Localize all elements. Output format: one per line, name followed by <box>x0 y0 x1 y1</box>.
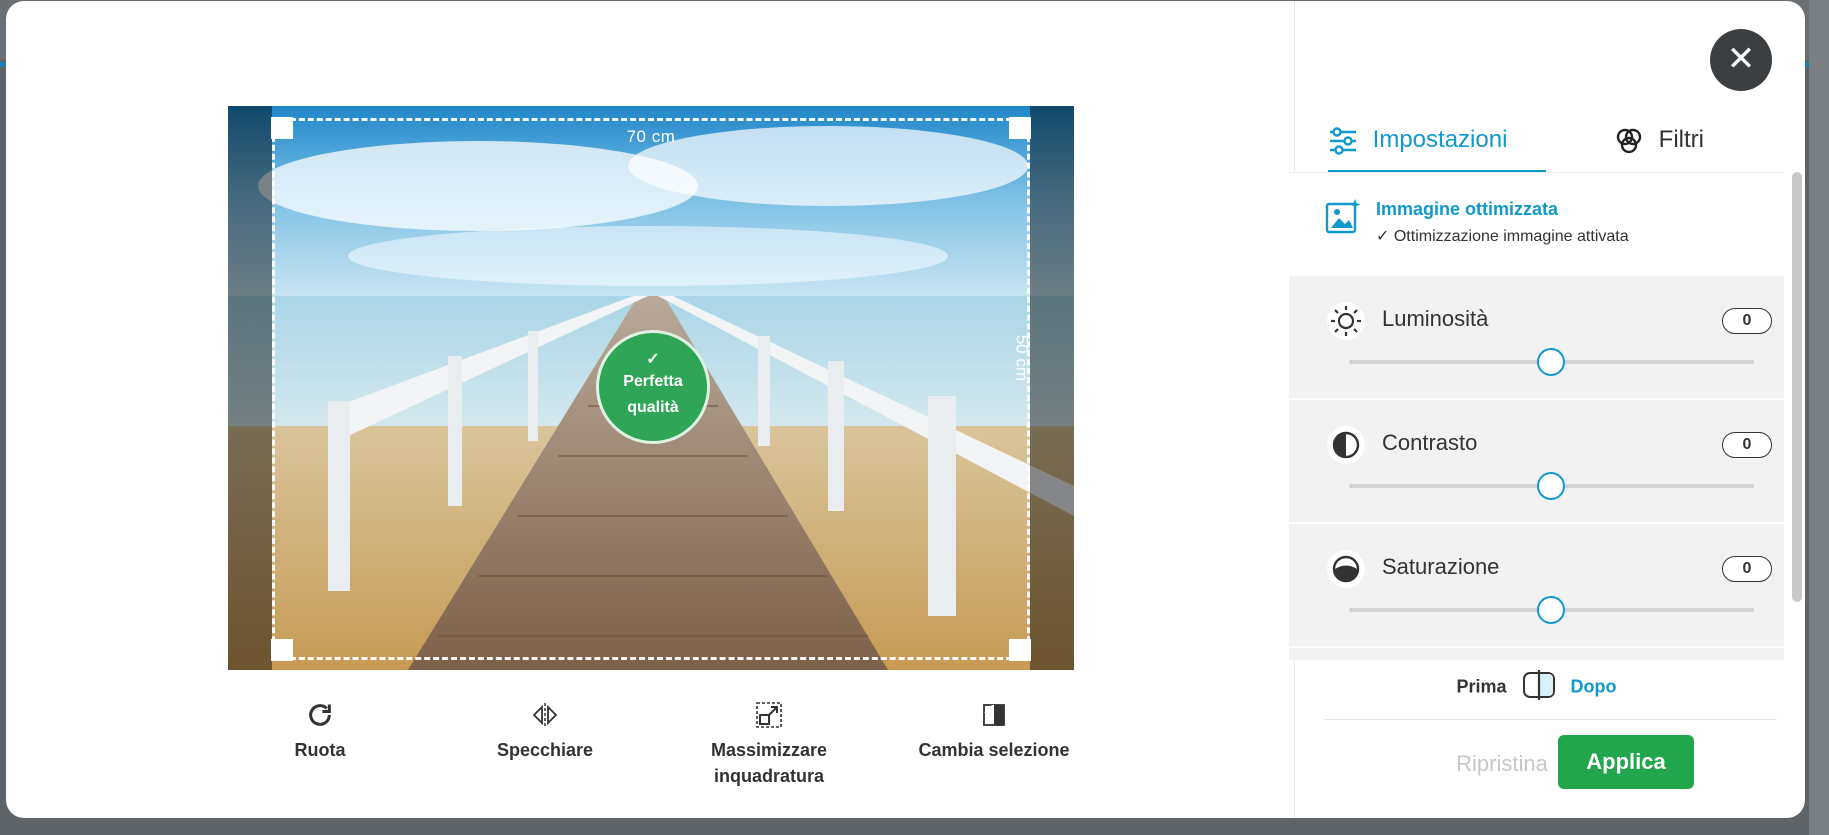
close-button[interactable]: ✕ <box>1710 29 1772 91</box>
optimized-image-card: Immagine ottimizzata ✓ Ottimizzazione im… <box>1289 172 1784 277</box>
quality-badge-line1: Perfetta <box>623 373 683 390</box>
maximize-frame-label-line2: inquadratura <box>713 766 824 786</box>
tab-settings[interactable]: Impostazioni <box>1328 118 1546 175</box>
change-selection-button[interactable]: Cambia selezione <box>894 701 1094 763</box>
filters-icon <box>1614 126 1659 153</box>
crop-height-label: 50 cm <box>1012 334 1031 381</box>
panel-tabs: Impostazioni Filtri <box>1324 118 1784 175</box>
quality-badge-line2: qualità <box>627 399 679 416</box>
magic-image-icon <box>1325 198 1361 239</box>
maximize-frame-button[interactable]: Massimizzare inquadratura <box>669 701 869 789</box>
contrast-icon <box>1327 426 1365 464</box>
contrast-label: Contrasto <box>1382 430 1478 455</box>
brightness-slider-thumb[interactable] <box>1537 348 1565 376</box>
rotate-label: Ruota <box>294 740 346 760</box>
footer-divider <box>1325 719 1777 720</box>
check-icon: ✓ <box>646 351 660 368</box>
before-label[interactable]: Prima <box>1456 676 1506 696</box>
saturation-row: Saturazione 0 <box>1289 524 1784 648</box>
brightness-icon <box>1327 302 1365 340</box>
before-after-toggle[interactable]: Prima Dopo <box>1289 670 1784 705</box>
photo-preview: 70 cm 50 cm ✓ Perfetta qualità <box>228 106 1074 670</box>
maximize-frame-icon <box>669 701 869 737</box>
maximize-frame-label-line1: Massimizzare <box>710 740 828 760</box>
sliders-icon <box>1328 126 1373 155</box>
crop-width-label: 70 cm <box>626 127 676 146</box>
crop-handle-top-right[interactable] <box>1009 117 1031 139</box>
panel-scrollbar-thumb[interactable] <box>1792 172 1802 602</box>
saturation-label: Saturazione <box>1382 554 1500 579</box>
contrast-row: Contrasto 0 <box>1289 400 1784 524</box>
crop-handle-bottom-left[interactable] <box>271 639 293 661</box>
tab-filters-label: Filtri <box>1658 126 1704 153</box>
optimized-image-title: Immagine ottimizzata <box>1376 199 1559 219</box>
optimized-image-status: ✓ Ottimizzazione immagine attivata <box>1376 228 1629 245</box>
saturation-slider-thumb[interactable] <box>1537 596 1565 624</box>
editor-toolbar: Ruota Specchiare Massimizzare inquadratu… <box>228 701 1074 801</box>
adjustments-list: Luminosità 0 Contrasto 0 Saturazione 0 <box>1289 276 1784 660</box>
brightness-row: Luminosità 0 <box>1289 276 1784 400</box>
change-selection-label: Cambia selezione <box>918 740 1070 760</box>
close-icon: ✕ <box>1726 40 1756 78</box>
panel-scrollbar[interactable] <box>1792 172 1802 602</box>
quality-badge: ✓ Perfetta qualità <box>596 330 710 444</box>
mirror-label: Specchiare <box>496 740 594 760</box>
mirror-icon <box>445 701 645 737</box>
mirror-button[interactable]: Specchiare <box>445 701 645 763</box>
compare-icon[interactable] <box>1522 670 1556 705</box>
saturation-icon <box>1327 550 1365 588</box>
brightness-value[interactable]: 0 <box>1722 308 1772 334</box>
tab-settings-label: Impostazioni <box>1372 126 1508 153</box>
reset-button[interactable]: Ripristina <box>1432 745 1572 783</box>
contrast-value[interactable]: 0 <box>1722 432 1772 458</box>
rotate-button[interactable]: Ruota <box>220 701 420 763</box>
background-page-right <box>1809 0 1829 835</box>
crop-handle-bottom-right[interactable] <box>1009 639 1031 661</box>
saturation-value[interactable]: 0 <box>1722 556 1772 582</box>
contrast-slider-thumb[interactable] <box>1537 472 1565 500</box>
after-label[interactable]: Dopo <box>1571 676 1617 696</box>
tab-filters[interactable]: Filtri <box>1614 118 1764 170</box>
rotate-icon <box>220 701 420 737</box>
brightness-label: Luminosità <box>1382 306 1489 331</box>
crop-handle-top-left[interactable] <box>271 117 293 139</box>
apply-button[interactable]: Applica <box>1558 735 1694 789</box>
change-selection-icon <box>894 701 1094 737</box>
